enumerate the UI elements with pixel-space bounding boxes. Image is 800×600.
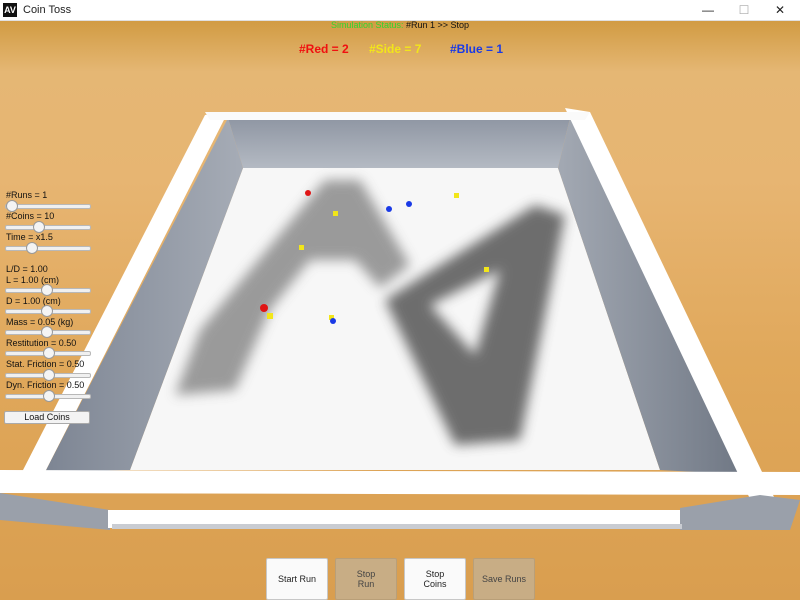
front-wall-right xyxy=(680,495,800,530)
load-coins-button[interactable]: Load Coins xyxy=(4,411,90,424)
slider-thumb[interactable] xyxy=(40,305,53,317)
front-wall-left xyxy=(0,493,110,530)
slider-thumb[interactable] xyxy=(43,390,55,402)
time-label: Time = x1.5 xyxy=(6,232,53,242)
coin-blue xyxy=(330,318,336,324)
side-count: #Side = 7 xyxy=(369,42,422,56)
slider-thumb[interactable] xyxy=(40,326,53,338)
coin-blue xyxy=(386,206,392,212)
front-wall-underside xyxy=(112,524,682,529)
restitution-slider[interactable] xyxy=(5,347,91,359)
length-slider[interactable] xyxy=(5,284,91,296)
red-count: #Red = 2 xyxy=(299,42,349,56)
length-label: L = 1.00 (cm) xyxy=(6,275,59,285)
status-value: #Run 1 >> Stop xyxy=(406,20,470,30)
static-friction-slider[interactable] xyxy=(5,369,91,381)
status-label: Simulation Status: xyxy=(330,20,404,30)
coins-slider[interactable] xyxy=(5,221,91,233)
slider-thumb[interactable] xyxy=(43,347,55,359)
mass-label: Mass = 0.05 (kg) xyxy=(6,317,74,327)
coin-red xyxy=(260,304,268,312)
diameter-slider[interactable] xyxy=(5,305,91,317)
stop-run-button[interactable]: Stop Run xyxy=(335,558,397,600)
dynamic-friction-slider[interactable] xyxy=(5,390,91,402)
ld-ratio-label: L/D = 1.00 xyxy=(6,264,48,274)
runs-label: #Runs = 1 xyxy=(6,190,48,200)
front-rim xyxy=(0,470,800,495)
save-runs-button[interactable]: Save Runs xyxy=(473,558,535,600)
time-slider[interactable] xyxy=(5,242,91,254)
coin-side xyxy=(484,267,489,272)
back-rim xyxy=(205,112,590,120)
coin-side xyxy=(333,211,338,216)
mass-slider[interactable] xyxy=(5,326,91,338)
simulation-scene xyxy=(0,108,800,530)
slider-thumb[interactable] xyxy=(40,284,53,296)
coins-label: #Coins = 10 xyxy=(6,211,55,221)
coin-side xyxy=(267,313,273,319)
restitution-label: Restitution = 0.50 xyxy=(6,338,77,348)
back-wall xyxy=(228,118,570,168)
static-friction-label: Stat. Friction = 0.50 xyxy=(6,359,85,369)
simulation-status: Simulation Status: #Run 1 >> Stop xyxy=(0,20,800,30)
start-run-button[interactable]: Start Run xyxy=(266,558,328,600)
coin-side xyxy=(454,193,459,198)
coin-side xyxy=(299,245,304,250)
coin-red xyxy=(305,190,311,196)
diameter-label: D = 1.00 (cm) xyxy=(6,296,61,306)
slider-thumb[interactable] xyxy=(25,242,38,254)
stop-coins-button[interactable]: Stop Coins xyxy=(404,558,466,600)
blue-count: #Blue = 1 xyxy=(450,42,504,56)
runs-slider[interactable] xyxy=(5,200,91,212)
coin-blue xyxy=(406,201,412,207)
dynamic-friction-label: Dyn. Friction = 0.50 xyxy=(6,380,85,390)
